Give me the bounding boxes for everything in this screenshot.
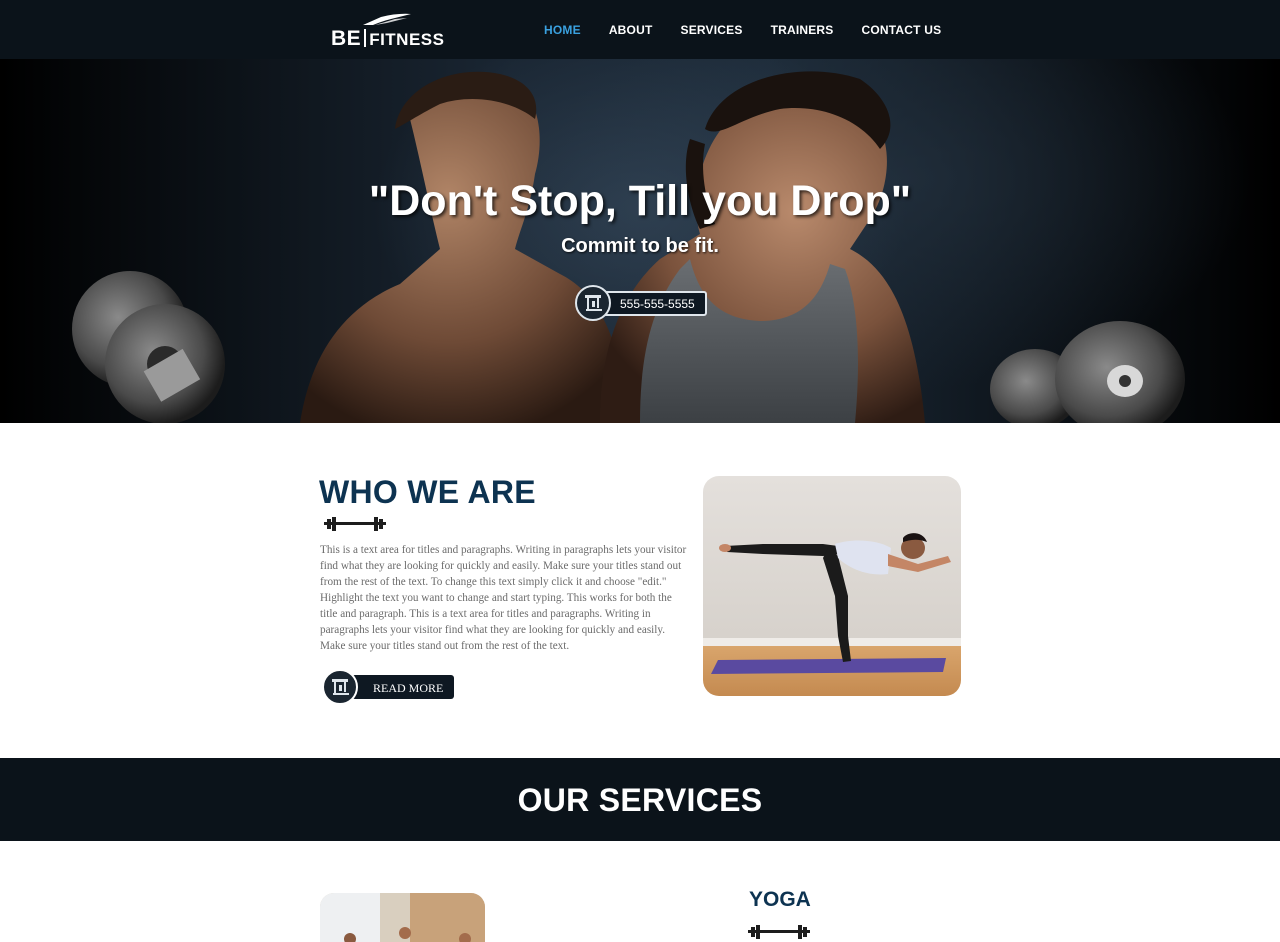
hero-banner: "Don't Stop, Till you Drop" Commit to be… <box>0 59 1280 423</box>
who-we-are-heading: WHO WE ARE <box>319 474 536 510</box>
main-nav: HOME ABOUT SERVICES TRAINERS CONTACT US <box>530 0 955 59</box>
logo-swoosh-icon <box>363 13 411 25</box>
read-more-label: READ MORE <box>373 681 444 695</box>
top-navbar: BE FITNESS HOME ABOUT SERVICES TRAINERS C… <box>0 0 1280 59</box>
nav-item-home[interactable]: HOME <box>544 23 581 37</box>
who-we-are-paragraph: This is a text area for titles and parag… <box>320 544 687 652</box>
dumbbell-divider-icon <box>748 925 810 939</box>
phone-number: 555-555-5555 <box>620 297 695 311</box>
treadmill-icon <box>575 285 611 321</box>
nav-item-contact-us[interactable]: CONTACT US <box>862 23 942 37</box>
site-logo[interactable]: BE FITNESS <box>331 13 445 50</box>
nav-item-about[interactable]: ABOUT <box>609 23 653 37</box>
hero-title: "Don't Stop, Till you Drop" <box>368 177 912 225</box>
read-more-button[interactable]: READ MORE <box>322 669 456 705</box>
logo-be-text: BE <box>331 27 362 50</box>
our-services-heading: OUR SERVICES <box>517 782 763 818</box>
logo-fitness-text: FITNESS <box>369 30 445 49</box>
nav-item-trainers[interactable]: TRAINERS <box>771 23 834 37</box>
yoga-service-heading: YOGA <box>749 888 811 911</box>
yoga-class-image <box>320 893 485 942</box>
nav-item-services[interactable]: SERVICES <box>680 23 742 37</box>
services-band: OUR SERVICES <box>0 758 1280 841</box>
dumbbell-divider-icon <box>324 517 386 531</box>
treadmill-icon <box>322 669 358 705</box>
yoga-pose-image <box>703 476 961 696</box>
phone-button[interactable]: 555-555-5555 <box>575 285 708 321</box>
hero-subtitle: Commit to be fit. <box>561 235 719 257</box>
